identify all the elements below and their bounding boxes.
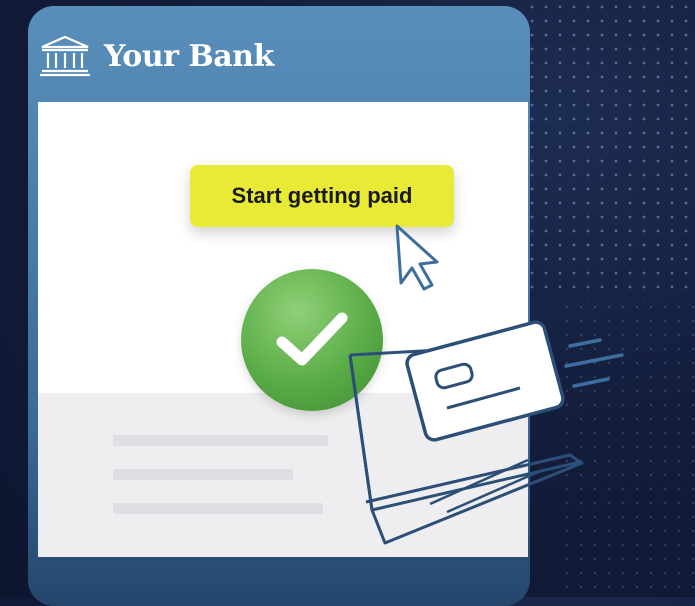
illustration-overlay bbox=[348, 224, 624, 545]
credit-card-icon bbox=[405, 320, 565, 442]
cursor-icon bbox=[395, 224, 439, 291]
motion-lines bbox=[564, 338, 624, 388]
